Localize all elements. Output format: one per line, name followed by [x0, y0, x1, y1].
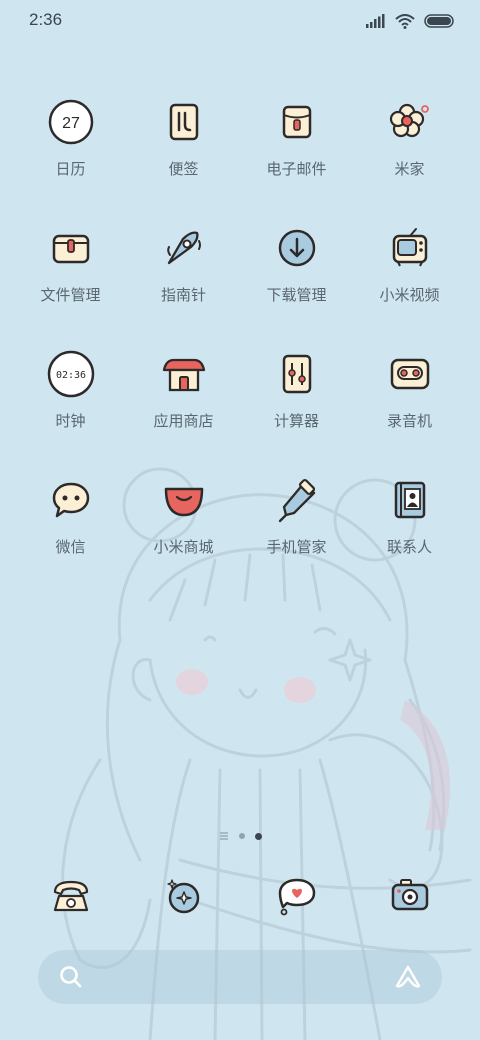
shopping-bag-icon — [156, 472, 212, 528]
camera-icon — [391, 879, 428, 911]
folder-icon — [43, 220, 99, 276]
dock-messages[interactable] — [240, 866, 353, 926]
app-label: 文件管理 — [40, 286, 101, 304]
app-label: 时钟 — [55, 412, 86, 430]
status-time: 2:36 — [29, 10, 63, 29]
wifi-icon — [395, 13, 415, 29]
app-mi-home[interactable]: 米家 — [353, 90, 466, 202]
search-bar[interactable] — [38, 950, 442, 1004]
app-wechat[interactable]: 微信 — [14, 468, 127, 580]
dock-browser[interactable] — [127, 866, 240, 926]
app-label: 联系人 — [386, 538, 432, 556]
app-recorder[interactable]: 录音机 — [353, 342, 466, 454]
search-icon[interactable] — [58, 964, 84, 990]
app-label: 应用商店 — [153, 412, 214, 430]
email-icon — [269, 94, 325, 150]
app-label: 日历 — [55, 160, 86, 178]
calculator-icon — [269, 346, 325, 402]
app-label: 手机管家 — [266, 538, 327, 556]
recorder-icon — [382, 346, 438, 402]
dock-camera[interactable] — [353, 866, 466, 926]
status-icons — [366, 12, 454, 30]
calendar-date: 27 — [62, 115, 80, 132]
app-downloads[interactable]: 下载管理 — [240, 216, 353, 328]
app-label: 指南针 — [160, 286, 206, 304]
chat-bubble-icon — [43, 472, 99, 528]
page-indicator[interactable] — [0, 830, 480, 842]
app-label: 小米视频 — [379, 286, 440, 304]
clock-icon: 02:36 — [43, 346, 99, 402]
messages-icon — [278, 878, 315, 916]
app-label: 米家 — [394, 160, 425, 178]
notes-icon — [156, 94, 212, 150]
app-label: 微信 — [55, 538, 86, 556]
app-label: 便签 — [168, 160, 199, 178]
page-indicator-menu-icon — [219, 832, 228, 840]
clock-time: 02:36 — [55, 370, 85, 381]
flower-icon — [382, 94, 438, 150]
app-notes[interactable]: 便签 — [127, 90, 240, 202]
app-security[interactable]: 手机管家 — [240, 468, 353, 580]
page-dot-active — [254, 832, 262, 840]
compass-icon — [156, 220, 212, 276]
app-email[interactable]: 电子邮件 — [240, 90, 353, 202]
app-clock[interactable]: 02:36 时钟 — [14, 342, 127, 454]
browser-icon — [166, 879, 199, 914]
status-bar: 2:36 — [0, 0, 480, 40]
app-calendar[interactable]: 27 日历 — [14, 90, 127, 202]
tv-icon — [382, 220, 438, 276]
assistant-icon[interactable] — [394, 964, 422, 990]
contacts-icon — [382, 472, 438, 528]
app-label: 电子邮件 — [266, 160, 327, 178]
page-dot — [238, 833, 245, 839]
phone-icon — [53, 880, 88, 912]
app-app-store[interactable]: 应用商店 — [127, 342, 240, 454]
app-grid: 27 日历 便签 电子邮件 米家 文件管理 指南针 下载管理 小米视频 02:3… — [0, 90, 480, 580]
app-label: 下载管理 — [266, 286, 327, 304]
dock — [0, 866, 480, 926]
app-contacts[interactable]: 联系人 — [353, 468, 466, 580]
app-calculator[interactable]: 计算器 — [240, 342, 353, 454]
app-mi-store[interactable]: 小米商城 — [127, 468, 240, 580]
battery-icon — [424, 14, 454, 28]
signal-icon — [366, 14, 385, 28]
store-house-icon — [156, 346, 212, 402]
download-icon — [269, 220, 325, 276]
security-icon — [269, 472, 325, 528]
app-compass[interactable]: 指南针 — [127, 216, 240, 328]
app-label: 录音机 — [386, 412, 432, 430]
app-file-manager[interactable]: 文件管理 — [14, 216, 127, 328]
app-label: 小米商城 — [153, 538, 214, 556]
dock-phone[interactable] — [14, 866, 127, 926]
calendar-icon: 27 — [43, 94, 99, 150]
app-label: 计算器 — [273, 412, 319, 430]
app-mi-video[interactable]: 小米视频 — [353, 216, 466, 328]
